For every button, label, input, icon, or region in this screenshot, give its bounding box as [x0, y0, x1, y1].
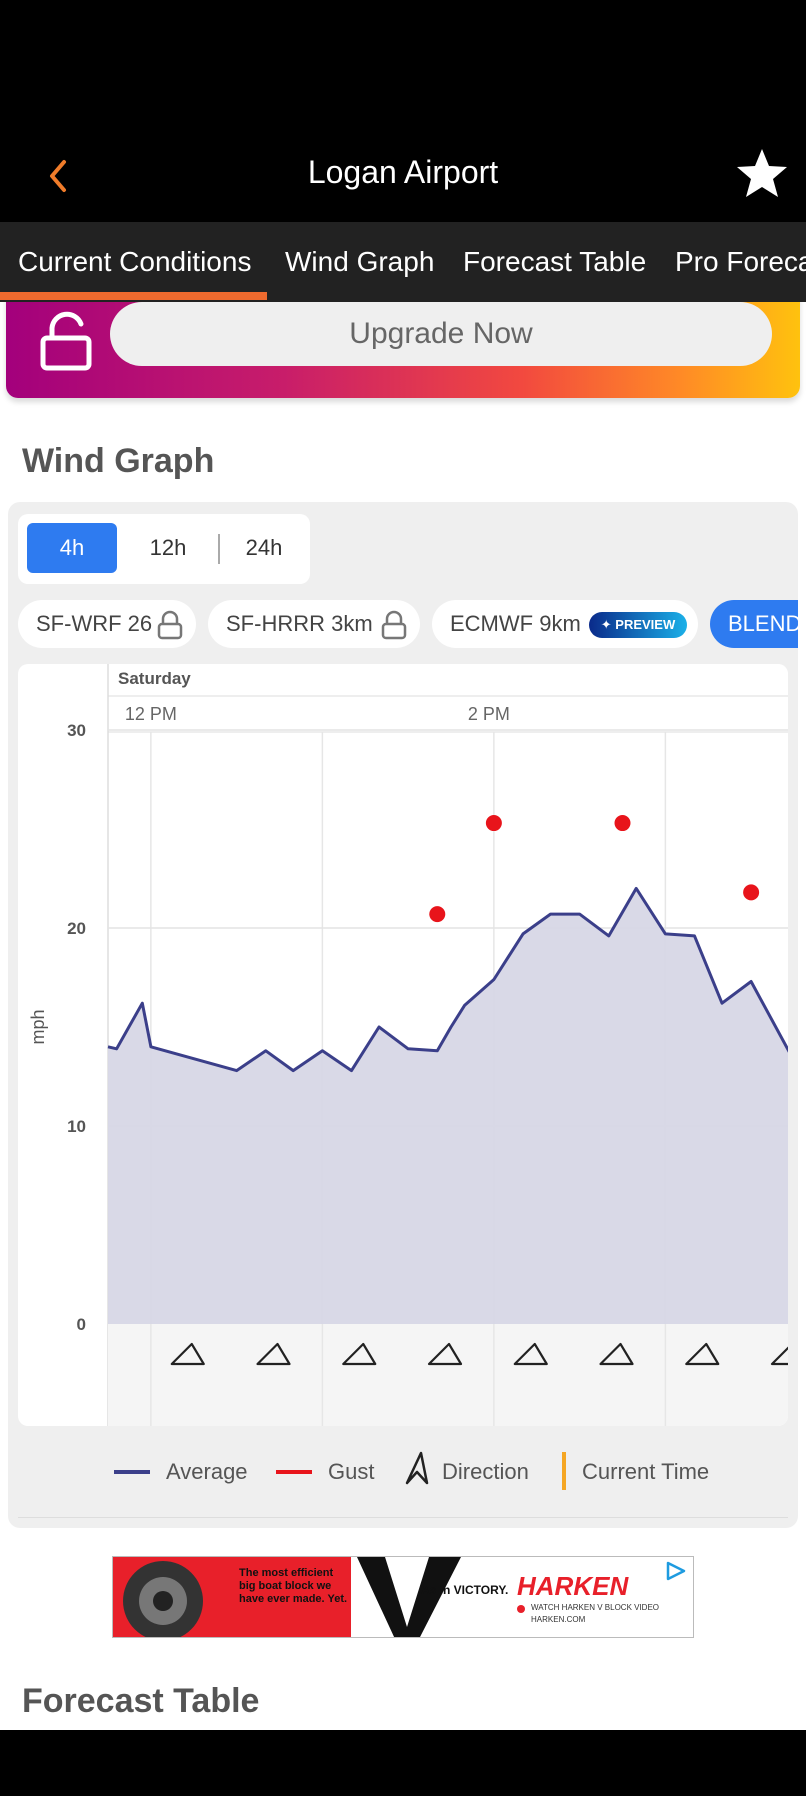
wind-chart: Saturday 12 PM 2 PM 0 10 20 30 mph — [18, 664, 788, 1426]
average-swatch — [114, 1470, 150, 1474]
forecast-table-title: Forecast Table — [22, 1682, 260, 1720]
average-area — [108, 888, 788, 1324]
x-tick-label: 2 PM — [468, 704, 510, 724]
y-tick-label: 20 — [67, 919, 86, 938]
page-title: Logan Airport — [307, 154, 499, 190]
range-4h-button[interactable]: 4h — [27, 523, 117, 573]
upgrade-banner: Upgrade Now — [6, 302, 800, 398]
status-bar — [0, 0, 806, 132]
time-header — [108, 664, 788, 732]
ad-tagline: The most efficient big boat block we hav… — [239, 1567, 348, 1605]
model-chip-label: SF-HRRR 3km — [226, 611, 373, 636]
y-tick-label: 0 — [77, 1315, 86, 1334]
tab-wind-graph[interactable]: Wind Graph — [285, 222, 434, 302]
legend-gust: Gust — [328, 1459, 375, 1484]
ad-url: HARKEN.COM — [531, 1615, 586, 1624]
legend-current-time: Current Time — [582, 1459, 710, 1484]
chart-legend: Average Gust Direction Current Time — [18, 1426, 788, 1518]
legend-direction: Direction — [442, 1459, 529, 1484]
model-chip-sf-wrf[interactable]: SF-WRF 26 — [18, 600, 196, 648]
tab-forecast-table[interactable]: Forecast Table — [463, 222, 646, 302]
lock-icon — [157, 610, 183, 640]
upgrade-now-button[interactable]: Upgrade Now — [110, 302, 772, 366]
wind-graph-card: 4h 12h 24h SF-WRF 26 SF-HRRR 3km ECMWF 9… — [8, 502, 801, 1528]
model-chip-label: SF-WRF 26 — [36, 611, 153, 636]
x-tick-label: 12 PM — [125, 704, 177, 724]
harken-ad-banner[interactable]: The most efficient big boat block we hav… — [112, 1556, 694, 1638]
direction-arrow-icon — [405, 1451, 429, 1485]
lock-icon — [381, 610, 407, 640]
model-chip-label: ECMWF 9km — [450, 611, 581, 636]
model-selector: SF-WRF 26 SF-HRRR 3km ECMWF 9km ✦ PREVIEW… — [18, 600, 801, 648]
ad-play-icon — [517, 1605, 525, 1613]
y-tick-label: 10 — [67, 1117, 86, 1136]
day-label: Saturday — [118, 669, 191, 688]
legend-average: Average — [166, 1459, 248, 1484]
ad-choices-icon[interactable] — [665, 1561, 687, 1581]
unlock-icon — [40, 311, 92, 371]
y-axis-label: mph — [28, 1009, 48, 1044]
wind-graph-title: Wind Graph — [22, 442, 215, 480]
tab-current-conditions[interactable]: Current Conditions — [18, 222, 251, 302]
direction-band — [108, 1324, 788, 1426]
current-time-swatch — [562, 1452, 566, 1490]
active-tab-indicator — [0, 292, 267, 300]
range-divider — [218, 534, 220, 564]
gust-point — [743, 884, 760, 901]
gust-point — [429, 906, 446, 923]
y-tick-label: 30 — [67, 721, 86, 740]
model-chip-sf-hrrr[interactable]: SF-HRRR 3km — [208, 600, 420, 648]
main-content: Upgrade Now Wind Graph 4h 12h 24h SF-WRF… — [0, 302, 806, 1730]
ad-cta: WATCH HARKEN V BLOCK VIDEO — [531, 1603, 660, 1612]
ad-as-in: As in VICTORY. — [421, 1583, 509, 1597]
time-range-selector: 4h 12h 24h — [18, 514, 310, 584]
gust-point — [485, 815, 502, 832]
gust-swatch — [276, 1470, 312, 1474]
favorite-star-icon[interactable] — [734, 146, 790, 202]
nav-bar — [0, 1730, 806, 1796]
model-chip-ecmwf[interactable]: ECMWF 9km ✦ PREVIEW — [432, 600, 698, 648]
tab-bar: Current Conditions Wind Graph Forecast T… — [0, 222, 806, 302]
gust-point — [614, 815, 631, 832]
tab-pro-forecast[interactable]: Pro Forecast — [675, 222, 806, 302]
range-12h-button[interactable]: 12h — [126, 523, 210, 573]
preview-badge: ✦ PREVIEW — [588, 612, 688, 639]
wind-chart-svg: Saturday 12 PM 2 PM 0 10 20 30 mph — [28, 664, 788, 1426]
ad-brand: HARKEN — [517, 1571, 629, 1601]
model-chip-blend[interactable]: BLEND — [710, 600, 801, 648]
range-24h-button[interactable]: 24h — [224, 523, 304, 573]
app-header: Logan Airport — [0, 132, 806, 222]
